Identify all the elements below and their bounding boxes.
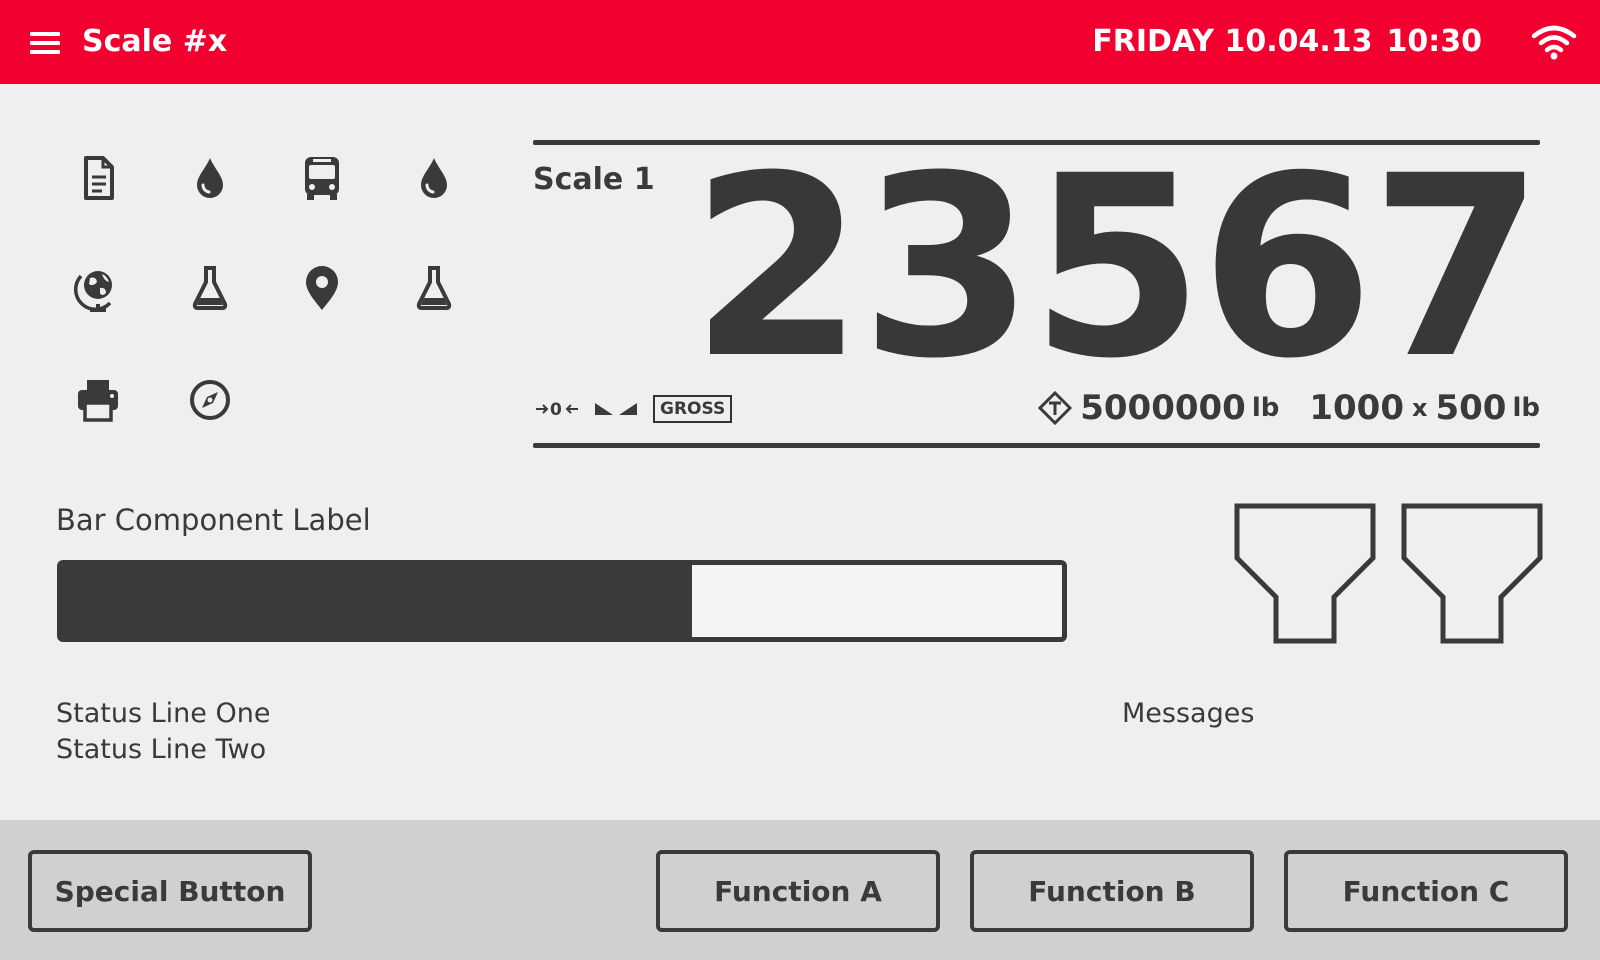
flask-icon[interactable] xyxy=(406,260,462,316)
status-line-one: Status Line One xyxy=(56,698,271,729)
status-indicators: 0 GROSS xyxy=(535,392,733,426)
flask-icon[interactable] xyxy=(182,260,238,316)
zero-center-icon: 0 xyxy=(536,400,578,419)
function-icon-grid xyxy=(70,150,530,440)
weight-panel-bottom-rule xyxy=(533,443,1540,448)
hopper-icon xyxy=(1233,502,1377,646)
hopper-icon xyxy=(1400,502,1544,646)
range-value-b: 500 xyxy=(1435,388,1507,428)
range-multiplier: x xyxy=(1412,394,1428,422)
menu-icon[interactable] xyxy=(30,27,62,57)
capacity-value: 5000000 xyxy=(1080,388,1246,428)
range-unit: lb xyxy=(1512,393,1540,423)
app-title: Scale #x xyxy=(82,24,228,59)
date-text: FRIDAY 10.04.13 xyxy=(1092,24,1373,59)
drop-icon[interactable] xyxy=(406,150,462,206)
status-lines: Status Line One Status Line Two xyxy=(56,696,270,768)
stable-icon xyxy=(595,403,637,415)
printer-icon[interactable] xyxy=(70,372,126,428)
drop-icon[interactable] xyxy=(182,150,238,206)
header-bar: Scale #x FRIDAY 10.04.13 10:30 xyxy=(0,0,1600,84)
bar-label: Bar Component Label xyxy=(56,503,371,537)
svg-text:0: 0 xyxy=(550,400,562,419)
document-icon[interactable] xyxy=(70,150,126,206)
bar-component xyxy=(57,560,1067,642)
function-b-button[interactable]: Function B xyxy=(970,850,1254,932)
map-pin-icon[interactable] xyxy=(294,260,350,316)
compass-icon[interactable] xyxy=(182,372,238,428)
wifi-icon xyxy=(1531,25,1577,60)
function-c-button[interactable]: Function C xyxy=(1284,850,1568,932)
range-value-a: 1000 xyxy=(1309,388,1404,428)
footer-bar: Special Button Function A Function B Fun… xyxy=(0,820,1600,960)
capacity-info: 5000000 lb 1000 x 500 lb xyxy=(1038,386,1540,430)
globe-icon[interactable] xyxy=(70,260,126,316)
bar-fill xyxy=(62,565,692,637)
function-a-button[interactable]: Function A xyxy=(656,850,940,932)
tare-icon xyxy=(1038,391,1073,425)
status-line-two: Status Line Two xyxy=(56,734,267,765)
date-time: FRIDAY 10.04.13 10:30 xyxy=(1092,20,1482,64)
messages-label: Messages xyxy=(1122,698,1255,729)
weight-display: 23567 xyxy=(690,122,1544,413)
bus-icon[interactable] xyxy=(294,150,350,206)
scale-name: Scale 1 xyxy=(533,162,655,197)
time-text: 10:30 xyxy=(1386,24,1483,59)
gross-badge: GROSS xyxy=(653,395,733,423)
capacity-unit: lb xyxy=(1251,393,1280,423)
special-button[interactable]: Special Button xyxy=(28,850,312,932)
